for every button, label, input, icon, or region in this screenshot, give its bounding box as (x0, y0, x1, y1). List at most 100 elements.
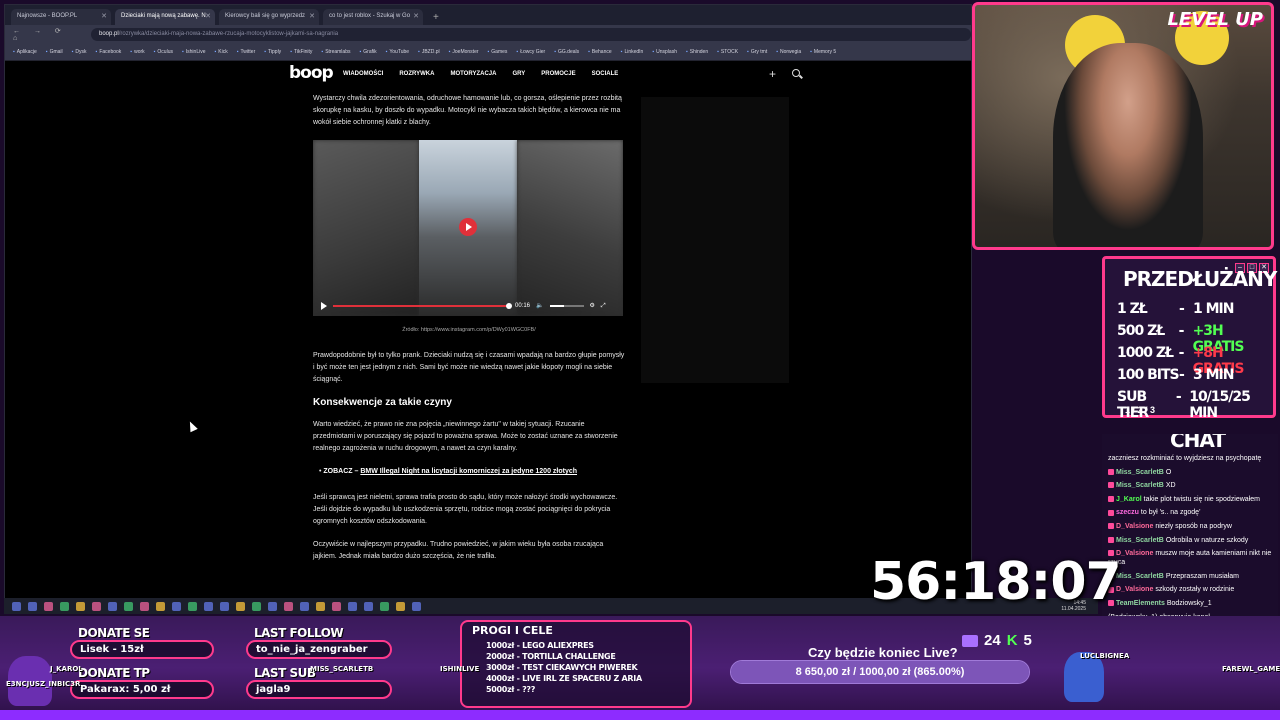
video-source[interactable]: Źródło: https://www.instagram.com/p/DWy0… (313, 324, 625, 336)
bookmark-item[interactable]: Norwegia (776, 49, 801, 55)
play-icon[interactable] (321, 302, 327, 310)
chat-text: szkody zostały w rodzinie (1155, 586, 1235, 594)
bookmark-item[interactable]: TikFinity (290, 49, 312, 55)
taskbar-app-icon[interactable] (204, 601, 213, 611)
bookmark-item[interactable]: Memory 5 (810, 49, 836, 55)
chat-username[interactable]: Miss_ScarletB (1116, 482, 1164, 489)
bookmark-item[interactable]: Oculus (154, 49, 173, 55)
seek-knob[interactable] (506, 303, 512, 309)
chat-username[interactable]: szeczu (1116, 509, 1139, 516)
tab-roblox-search[interactable]: co to jest roblox - Szukaj w Go ✕ (323, 9, 423, 25)
play-button-icon[interactable] (459, 218, 477, 236)
close-icon[interactable]: ✕ (101, 12, 107, 20)
bookmark-item[interactable]: Unsplash (652, 49, 677, 55)
taskbar-app-icon[interactable] (396, 601, 405, 611)
bookmark-item[interactable]: LinkedIn (621, 49, 643, 55)
bookmark-item[interactable]: Aplikacje (13, 49, 37, 55)
volume-icon[interactable]: 🔈 (536, 300, 543, 312)
bookmark-item[interactable]: Łowcy Gier (516, 49, 545, 55)
bookmark-item[interactable]: GG.deals (554, 49, 579, 55)
related-link[interactable]: BMW Illegal Night na licytacji komornicz… (360, 468, 577, 475)
taskbar-app-icon[interactable] (380, 601, 389, 611)
taskbar-app-icon[interactable] (76, 601, 85, 611)
bookmark-item[interactable]: Behance (588, 49, 612, 55)
taskbar-app-icon[interactable] (348, 601, 357, 611)
taskbar-app-icon[interactable] (28, 601, 37, 611)
menu-item-sociale[interactable]: SOCIALE (592, 71, 619, 77)
bookmark-item[interactable]: Dysk (72, 49, 86, 55)
web-page: boop WIADOMOŚCI ROZRYWKA MOTORYZACJA GRY… (5, 61, 971, 599)
taskbar-app-icon[interactable] (252, 601, 261, 611)
bookmark-item[interactable]: JBZD.pl (418, 49, 440, 55)
chat-username[interactable]: D_Valsione (1116, 550, 1153, 557)
chat-username[interactable]: Miss_ScarletB (1116, 537, 1164, 544)
settings-icon[interactable]: ⚙ (590, 300, 595, 312)
menu-item-wiadomosci[interactable]: WIADOMOŚCI (343, 71, 383, 77)
site-logo[interactable]: boop (289, 63, 334, 83)
menu-item-gry[interactable]: GRY (512, 71, 525, 77)
close-icon[interactable]: ✕ (309, 12, 315, 20)
tab-boop-latest[interactable]: Najnowsze - BOOP.PL ✕ (11, 9, 111, 25)
chat-username[interactable]: TeamElements (1116, 600, 1165, 607)
search-icon[interactable] (792, 69, 800, 77)
taskbar-app-icon[interactable] (108, 601, 117, 611)
close-icon[interactable]: ✕ (205, 12, 211, 20)
bookmark-item[interactable]: Gmail (46, 49, 63, 55)
tab-dzieciaki[interactable]: Dzieciaki mają nową zabawę. N ✕ (115, 9, 215, 25)
taskbar-app-icon[interactable] (92, 601, 101, 611)
taskbar-app-icon[interactable] (156, 601, 165, 611)
bookmark-item[interactable]: Kick (215, 49, 227, 55)
fullscreen-icon[interactable]: ⤢ (601, 300, 606, 312)
bookmark-item[interactable]: STOCK (717, 49, 738, 55)
nav-buttons-icon[interactable]: ← → ⟳ ⌂ (13, 27, 81, 42)
taskbar-app-icon[interactable] (124, 601, 133, 611)
chat-username[interactable]: D_Valsione (1116, 586, 1153, 593)
bookmark-item[interactable]: Games (488, 49, 507, 55)
bookmark-item[interactable]: Twitter (237, 49, 256, 55)
bookmark-item[interactable]: Tipply (264, 49, 281, 55)
taskbar-app-icon[interactable] (220, 601, 229, 611)
taskbar-app-icon[interactable] (364, 601, 373, 611)
chat-message: D_Valsione muszw moje auta kamieniami ni… (1108, 549, 1276, 567)
chat-username[interactable]: Miss_ScarletB (1116, 469, 1164, 476)
bookmark-item[interactable]: work (130, 49, 145, 55)
taskbar-app-icon[interactable] (284, 601, 293, 611)
chat-username[interactable]: J_Karol (1116, 496, 1142, 503)
url-field[interactable]: boop.pl/rozrywka/dzieciaki-maja-nowa-zab… (91, 27, 971, 41)
goal-item: 5000zł - ??? (486, 685, 536, 694)
chat-username[interactable]: Miss_ScarletB (1116, 573, 1164, 580)
mascot-name: FAREWL_GAME (1222, 665, 1280, 673)
taskbar-app-icon[interactable] (300, 601, 309, 611)
menu-item-promocje[interactable]: PROMOCJE (541, 71, 575, 77)
taskbar-app-icon[interactable] (316, 601, 325, 611)
taskbar-app-icon[interactable] (12, 601, 21, 611)
bookmark-item[interactable]: IshinLive (182, 49, 206, 55)
plus-icon[interactable]: + (769, 67, 776, 81)
new-tab-icon[interactable]: + (427, 12, 445, 25)
taskbar-app-icon[interactable] (44, 601, 53, 611)
bookmark-item[interactable]: Shinden (686, 49, 708, 55)
taskbar-app-icon[interactable] (412, 601, 421, 611)
taskbar-app-icon[interactable] (172, 601, 181, 611)
taskbar-app-icon[interactable] (60, 601, 69, 611)
taskbar-app-icon[interactable] (140, 601, 149, 611)
video-seekbar[interactable] (333, 303, 512, 309)
taskbar-app-icon[interactable] (332, 601, 341, 611)
bookmark-item[interactable]: Gry tmt (747, 49, 767, 55)
taskbar-app-icon[interactable] (268, 601, 277, 611)
bookmark-item[interactable]: Streamlabs (321, 49, 350, 55)
bookmark-item[interactable]: JoeMonster (449, 49, 478, 55)
taskbar-app-icon[interactable] (188, 601, 197, 611)
bookmark-item[interactable]: Facebook (96, 49, 121, 55)
video-player[interactable]: 00:16 🔈 ⚙ ⤢ (313, 140, 623, 316)
taskbar-app-icon[interactable] (236, 601, 245, 611)
menu-item-motoryzacja[interactable]: MOTORYZACJA (450, 71, 496, 77)
bookmark-item[interactable]: YouTube (386, 49, 409, 55)
bookmark-item[interactable]: Grafik (359, 49, 376, 55)
menu-item-rozrywka[interactable]: ROZRYWKA (399, 71, 434, 77)
close-icon[interactable]: ✕ (413, 12, 419, 20)
video-blur-left (313, 140, 419, 316)
tab-kierowcy[interactable]: Kierowcy bali się go wyprzedz ✕ (219, 9, 319, 25)
volume-slider[interactable] (549, 305, 584, 307)
chat-username[interactable]: D_Valsione (1116, 523, 1153, 530)
